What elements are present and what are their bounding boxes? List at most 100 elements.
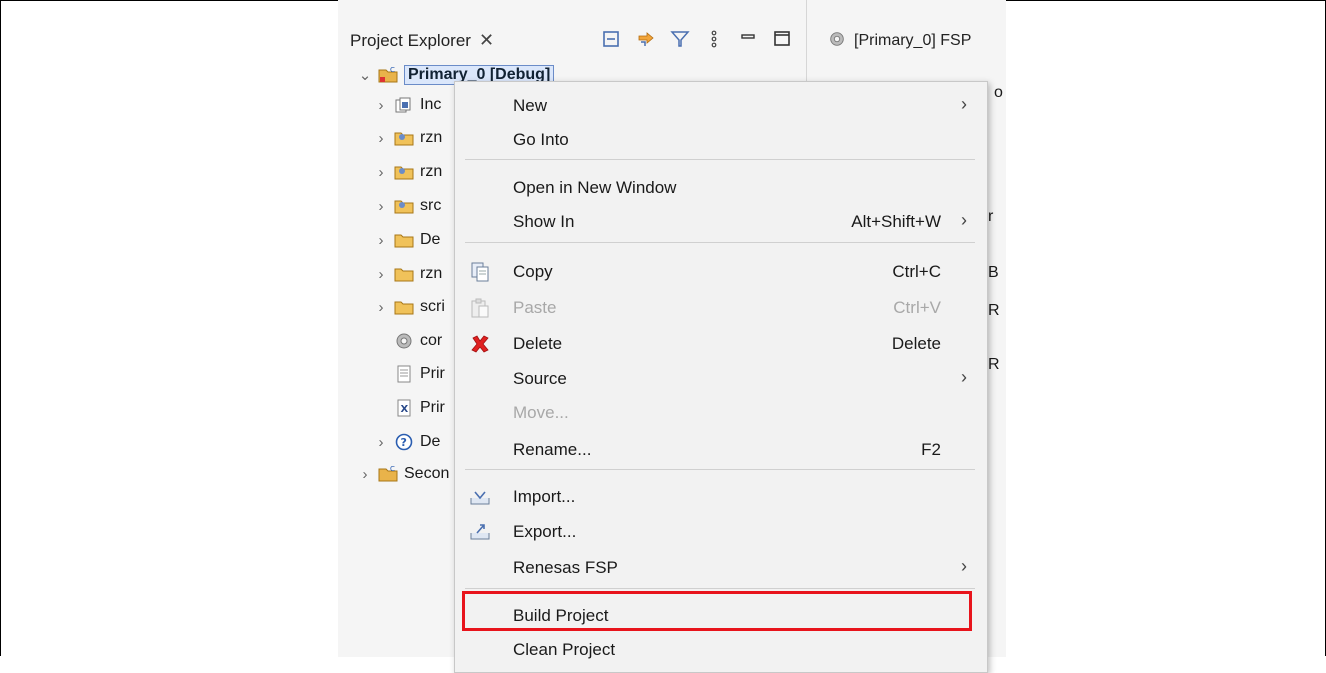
chevron-right-icon: › (961, 94, 967, 114)
tree-item[interactable]: X Prir (374, 391, 445, 425)
chevron-right-icon[interactable]: › (374, 434, 388, 451)
tree-item[interactable]: › rzn (374, 155, 443, 189)
tab-fsp-configuration[interactable]: [Primary_0] FSP (828, 30, 971, 50)
menu-item-import[interactable]: Import... (455, 479, 987, 515)
menu-item-label: Copy (513, 262, 553, 281)
chevron-right-icon[interactable]: › (374, 198, 388, 215)
folder-icon (394, 298, 414, 316)
tree-item[interactable]: cor (374, 324, 442, 358)
tab-project-explorer-label: Project Explorer (350, 31, 471, 50)
c-project-icon: C (378, 465, 398, 483)
menu-item-new[interactable]: New › (455, 88, 987, 124)
tree-item-label: Prir (420, 399, 445, 416)
tree-item-label: scri (420, 298, 445, 315)
xml-file-icon: X (394, 399, 414, 417)
menu-item-label: Show In (513, 212, 575, 231)
tree-item-label: Inc (420, 96, 442, 113)
source-folder-icon (394, 163, 414, 181)
menu-separator (465, 159, 975, 160)
gear-icon (828, 30, 846, 48)
editor-fragment: R (988, 356, 1000, 373)
chevron-right-icon[interactable]: › (374, 97, 388, 114)
tree-item-label: rzn (420, 129, 443, 146)
c-project-icon: C (378, 66, 398, 84)
menu-item-go-into[interactable]: Go Into (455, 122, 987, 158)
menu-item-clean-project[interactable]: Clean Project (455, 632, 987, 668)
chevron-right-icon: › (961, 210, 967, 230)
editor-fragment: B (988, 264, 999, 281)
svg-text:C: C (390, 465, 395, 473)
menu-item-copy[interactable]: Copy Ctrl+C (455, 254, 987, 290)
import-icon (469, 486, 491, 508)
menu-item-rename[interactable]: Rename... F2 (455, 432, 987, 468)
svg-text:X: X (401, 404, 409, 415)
tree-item-label: De (420, 231, 441, 248)
tree-item-label: rzn (420, 265, 443, 282)
menu-separator (465, 469, 975, 470)
chevron-right-icon[interactable]: › (374, 164, 388, 181)
menu-item-delete[interactable]: Delete Delete (455, 326, 987, 362)
chevron-right-icon: › (961, 556, 967, 576)
close-icon[interactable]: ✕ (479, 30, 494, 50)
export-icon (469, 521, 491, 543)
tree-item-label: Prir (420, 365, 445, 382)
menu-item-label: Rename... (513, 440, 592, 459)
menu-item-open-in-new-window[interactable]: Open in New Window (455, 170, 987, 206)
chevron-right-icon[interactable]: › (374, 232, 388, 249)
link-with-editor-icon[interactable] (636, 29, 656, 49)
chevron-down-icon[interactable]: ⌄ (358, 66, 372, 84)
tab-project-explorer[interactable]: Project Explorer ✕ (350, 30, 494, 51)
folder-icon (394, 231, 414, 249)
menu-item-shortcut: Alt+Shift+W (851, 212, 941, 231)
collapse-all-icon[interactable] (602, 29, 622, 49)
tree-item[interactable]: › rzn (374, 121, 443, 155)
tab-fsp-label: [Primary_0] FSP (854, 32, 972, 49)
chevron-right-icon[interactable]: › (374, 299, 388, 316)
menu-item-label: Paste (513, 298, 557, 317)
svg-text:C: C (390, 66, 395, 74)
view-menu-icon[interactable] (704, 29, 724, 49)
tree-item[interactable]: Prir (374, 357, 445, 391)
menu-item-label: Export... (513, 522, 577, 541)
menu-item-shortcut: Ctrl+C (892, 262, 941, 281)
tree-item[interactable]: › ? De (374, 425, 441, 459)
help-icon: ? (394, 433, 414, 451)
menu-item-source[interactable]: Source › (455, 361, 987, 397)
menu-item-label: Clean Project (513, 640, 616, 659)
menu-item-label: Delete (513, 334, 563, 353)
minimize-icon[interactable] (738, 29, 758, 49)
tree-item-label: cor (420, 332, 443, 349)
menu-item-renesas-fsp[interactable]: Renesas FSP › (455, 550, 987, 586)
menu-item-label: Renesas FSP (513, 558, 618, 577)
editor-fragment: o (994, 84, 1003, 101)
chevron-right-icon[interactable]: › (374, 130, 388, 147)
svg-text:?: ? (401, 436, 407, 449)
tree-item[interactable]: › De (374, 223, 441, 257)
menu-item-label: Import... (513, 487, 576, 506)
tree-item[interactable]: › rzn (374, 257, 443, 291)
tree-item-label: src (420, 197, 442, 214)
menu-item-shortcut: Delete (891, 334, 941, 353)
delete-icon (469, 333, 491, 355)
chevron-right-icon[interactable]: › (374, 266, 388, 283)
includes-icon (394, 96, 414, 114)
menu-item-label: Move... (513, 403, 569, 422)
source-folder-icon (394, 129, 414, 147)
menu-item-export[interactable]: Export... (455, 514, 987, 550)
config-gear-icon (394, 332, 414, 350)
tree-item[interactable]: › scri (374, 290, 445, 324)
maximize-icon[interactable] (772, 29, 792, 49)
chevron-right-icon[interactable]: › (358, 466, 372, 483)
menu-item-shortcut: Ctrl+V (893, 298, 941, 317)
tree-item-secondary-project[interactable]: › C Secon (358, 457, 450, 491)
explorer-toolbar (602, 24, 792, 54)
editor-fragment: r (988, 208, 994, 225)
build-project-highlight (462, 591, 972, 631)
menu-item-show-in[interactable]: Show In Alt+Shift+W › (455, 204, 987, 240)
copy-icon (469, 261, 491, 283)
paste-icon (469, 297, 491, 319)
menu-item-label: New (513, 96, 548, 115)
filter-icon[interactable] (670, 29, 690, 49)
tree-item[interactable]: › Inc (374, 88, 442, 122)
tree-item[interactable]: › src (374, 189, 442, 223)
